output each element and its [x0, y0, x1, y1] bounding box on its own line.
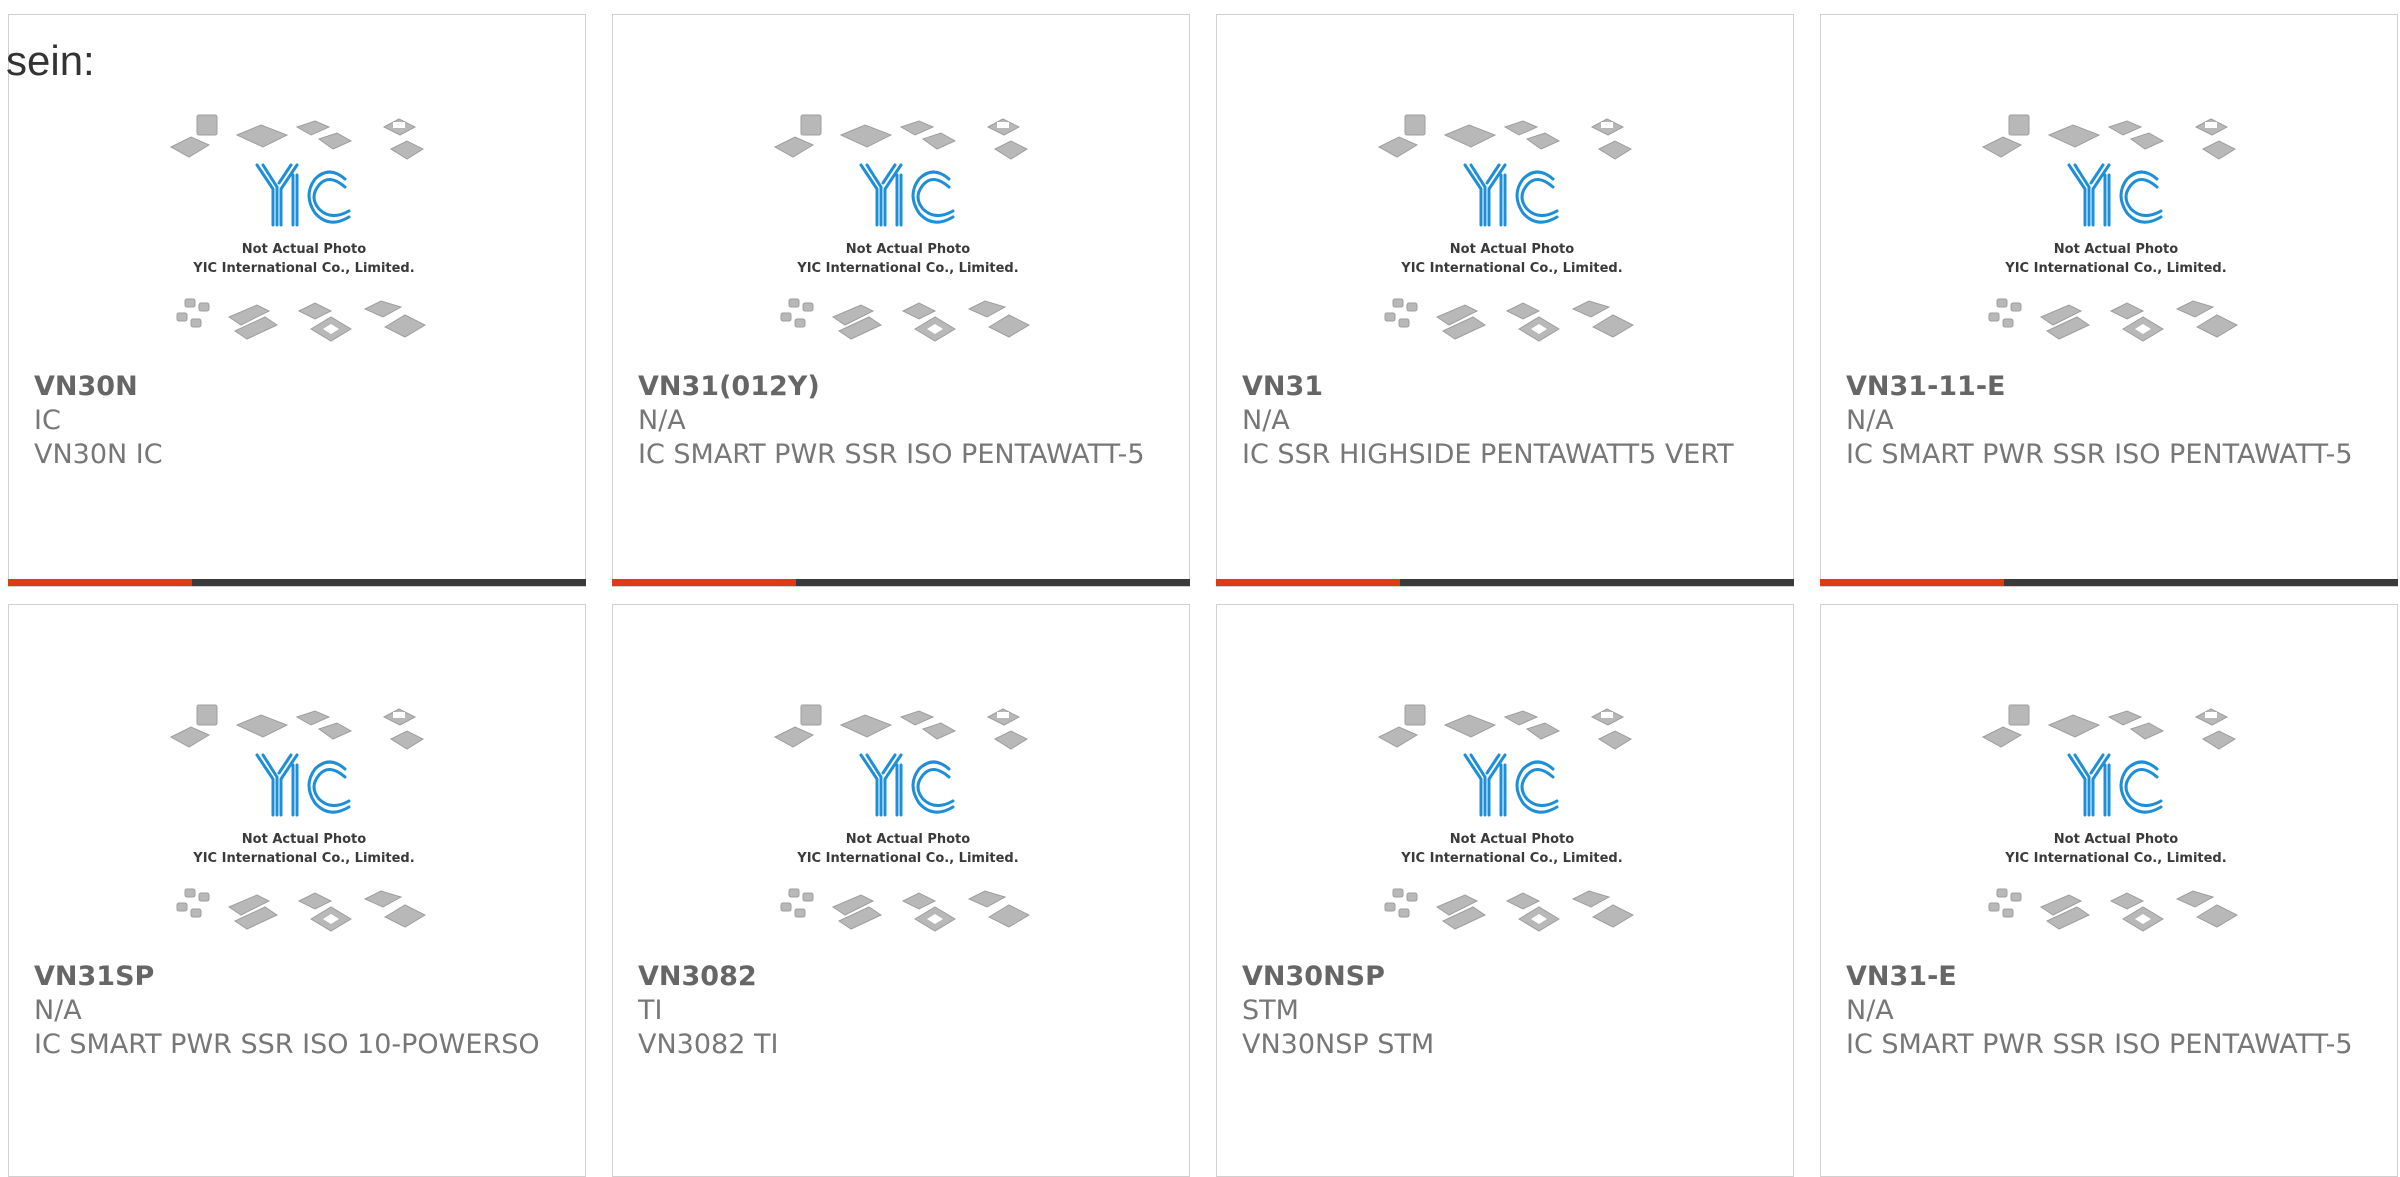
product-manufacturer: N/A — [34, 995, 82, 1026]
product-title[interactable]: VN30N — [34, 370, 554, 404]
product-info: VN31 N/A IC SSR HIGHSIDE PENTAWATT5 VERT — [1242, 370, 1762, 472]
product-info: VN31-11-E N/A IC SMART PWR SSR ISO PENTA… — [1846, 370, 2366, 472]
product-description: IC SSR HIGHSIDE PENTAWATT5 VERT — [1242, 439, 1734, 470]
placeholder-caption-line2: YIC International Co., Limited. — [2004, 261, 2226, 276]
card-bottom-bar — [612, 579, 1190, 586]
placeholder-caption-line1: Not Actual Photo — [1450, 242, 1574, 257]
product-card[interactable]: Not Actual Photo YIC International Co., … — [1820, 14, 2398, 587]
product-card[interactable]: Not Actual Photo YIC International Co., … — [1216, 14, 1794, 587]
card-accent-bar — [1216, 579, 1400, 586]
placeholder-caption-line2: YIC International Co., Limited. — [2004, 851, 2226, 866]
product-info: VN30NSP STM VN30NSP STM — [1242, 960, 1762, 1062]
product-description: VN30N IC — [34, 439, 163, 470]
placeholder-caption-line2: YIC International Co., Limited. — [796, 851, 1018, 866]
product-title[interactable]: VN31(012Y) — [638, 370, 1158, 404]
product-placeholder-image: Not Actual Photo YIC International Co., … — [169, 114, 427, 342]
product-title[interactable]: VN30NSP — [1242, 960, 1762, 994]
product-manufacturer: IC — [34, 405, 61, 436]
product-card[interactable]: Not Actual Photo YIC International Co., … — [612, 14, 1190, 587]
product-info: VN31SP N/A IC SMART PWR SSR ISO 10-POWER… — [34, 960, 554, 1062]
product-info: VN31(012Y) N/A IC SMART PWR SSR ISO PENT… — [638, 370, 1158, 472]
product-description: IC SMART PWR SSR ISO PENTAWATT-5 — [1846, 1029, 2353, 1060]
product-card[interactable]: Not Actual Photo YIC International Co., … — [612, 604, 1190, 1177]
placeholder-caption-line2: YIC International Co., Limited. — [1400, 261, 1622, 276]
product-placeholder-image: Not Actual Photo YIC International Co., … — [1981, 704, 2239, 932]
product-placeholder-image: Not Actual Photo YIC International Co., … — [1377, 704, 1635, 932]
product-info: VN3082 TI VN3082 TI — [638, 960, 1158, 1062]
placeholder-caption-line1: Not Actual Photo — [2054, 832, 2178, 847]
product-description: VN3082 TI — [638, 1029, 779, 1060]
product-title[interactable]: VN3082 — [638, 960, 1158, 994]
placeholder-caption-line1: Not Actual Photo — [242, 832, 366, 847]
product-description: IC SMART PWR SSR ISO PENTAWATT-5 — [1846, 439, 2353, 470]
product-title[interactable]: VN31-E — [1846, 960, 2366, 994]
product-card[interactable]: Not Actual Photo YIC International Co., … — [8, 14, 586, 587]
placeholder-caption-line1: Not Actual Photo — [846, 832, 970, 847]
card-accent-bar — [1820, 579, 2004, 586]
card-bottom-bar — [1820, 579, 2398, 586]
product-placeholder-image: Not Actual Photo YIC International Co., … — [1377, 114, 1635, 342]
card-bottom-bar — [1216, 579, 1794, 586]
product-info: VN31-E N/A IC SMART PWR SSR ISO PENTAWAT… — [1846, 960, 2366, 1062]
product-manufacturer: N/A — [1242, 405, 1290, 436]
placeholder-caption-line1: Not Actual Photo — [1450, 832, 1574, 847]
product-card[interactable]: Not Actual Photo YIC International Co., … — [8, 604, 586, 1177]
product-card[interactable]: Not Actual Photo YIC International Co., … — [1820, 604, 2398, 1177]
placeholder-caption-line2: YIC International Co., Limited. — [192, 261, 414, 276]
product-manufacturer: STM — [1242, 995, 1299, 1026]
product-manufacturer: N/A — [638, 405, 686, 436]
placeholder-caption-line1: Not Actual Photo — [2054, 242, 2178, 257]
product-placeholder-image: Not Actual Photo YIC International Co., … — [1981, 114, 2239, 342]
card-accent-bar — [612, 579, 796, 586]
intro-text: sein: — [6, 37, 95, 84]
placeholder-caption-line1: Not Actual Photo — [242, 242, 366, 257]
product-manufacturer: N/A — [1846, 405, 1894, 436]
product-manufacturer: N/A — [1846, 995, 1894, 1026]
product-title[interactable]: VN31SP — [34, 960, 554, 994]
product-title[interactable]: VN31-11-E — [1846, 370, 2366, 404]
product-description: IC SMART PWR SSR ISO PENTAWATT-5 — [638, 439, 1145, 470]
placeholder-caption-line2: YIC International Co., Limited. — [1400, 851, 1622, 866]
product-description: IC SMART PWR SSR ISO 10-POWERSO — [34, 1029, 540, 1060]
product-manufacturer: TI — [638, 995, 663, 1026]
placeholder-caption-line1: Not Actual Photo — [846, 242, 970, 257]
product-title[interactable]: VN31 — [1242, 370, 1762, 404]
product-description: VN30NSP STM — [1242, 1029, 1435, 1060]
product-card[interactable]: Not Actual Photo YIC International Co., … — [1216, 604, 1794, 1177]
product-placeholder-image: Not Actual Photo YIC International Co., … — [773, 704, 1031, 932]
product-placeholder-image: Not Actual Photo YIC International Co., … — [773, 114, 1031, 342]
placeholder-caption-line2: YIC International Co., Limited. — [796, 261, 1018, 276]
placeholder-caption-line2: YIC International Co., Limited. — [192, 851, 414, 866]
product-grid: Not Actual Photo YIC International Co., … — [0, 0, 2400, 1177]
card-bottom-bar — [8, 579, 586, 586]
product-info: VN30N IC VN30N IC — [34, 370, 554, 472]
product-placeholder-image: Not Actual Photo YIC International Co., … — [169, 704, 427, 932]
card-accent-bar — [8, 579, 192, 586]
